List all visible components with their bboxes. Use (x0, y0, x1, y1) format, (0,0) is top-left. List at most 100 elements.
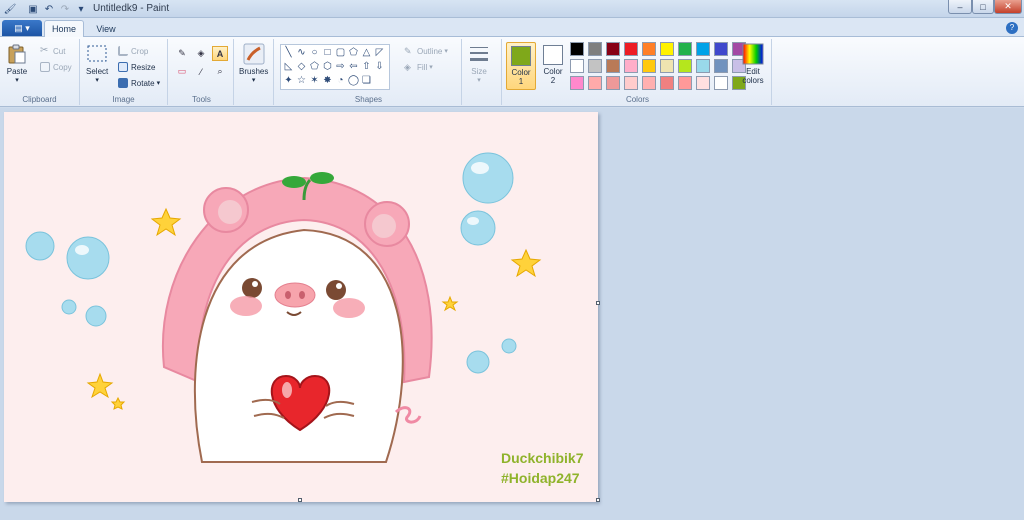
select-button[interactable]: Select ▾ (86, 43, 108, 84)
rounded-rectangle-shape[interactable]: ▢ (334, 46, 347, 60)
eraser-tool[interactable]: ▭ (174, 64, 190, 79)
drawing-canvas[interactable]: Duckchibik7 #Hoidap247 (4, 112, 598, 502)
palette-swatch[interactable] (606, 42, 620, 56)
shapes-more[interactable] (373, 74, 386, 88)
up-arrow-shape[interactable]: ⇧ (360, 60, 373, 74)
undo-icon[interactable]: ↶ (42, 2, 56, 16)
select-icon (87, 45, 107, 62)
palette-swatch[interactable] (570, 42, 584, 56)
customize-quick-access-icon[interactable]: ▾ (74, 2, 88, 16)
save-icon[interactable]: ▣ (26, 2, 40, 16)
brush-icon (243, 43, 265, 65)
palette-swatch[interactable] (642, 76, 656, 90)
help-icon[interactable]: ? (1006, 22, 1018, 34)
palette-swatch[interactable] (570, 76, 584, 90)
palette-swatch[interactable] (714, 59, 728, 73)
minimize-button[interactable]: – (948, 0, 972, 14)
oval-shape[interactable]: ○ (308, 46, 321, 60)
rotate-dropdown-icon[interactable]: ▾ (157, 79, 161, 87)
tab-view[interactable]: View (88, 20, 124, 37)
diamond-shape[interactable]: ◇ (295, 60, 308, 74)
canvas-resize-handle-right[interactable] (596, 301, 600, 305)
five-point-star-shape[interactable]: ☆ (295, 74, 308, 88)
hexagon-shape[interactable]: ⬡ (321, 60, 334, 74)
palette-swatch[interactable] (642, 42, 656, 56)
cut-button[interactable]: ✂ Cut (40, 45, 65, 57)
four-point-star-shape[interactable]: ✦ (282, 74, 295, 88)
palette-swatch[interactable] (696, 42, 710, 56)
resize-button[interactable]: Resize (118, 61, 155, 73)
color-picker-tool[interactable]: ⁄ (193, 64, 209, 79)
paste-dropdown-icon[interactable]: ▾ (15, 76, 19, 84)
size-button[interactable]: Size ▾ (468, 43, 490, 84)
palette-swatch[interactable] (714, 42, 728, 56)
callout-rect-shape[interactable]: ◔ (334, 74, 347, 88)
resize-label: Resize (131, 62, 156, 72)
close-button[interactable]: ✕ (994, 0, 1022, 14)
down-arrow-shape[interactable]: ⇩ (373, 60, 386, 74)
image-group-label: Image (112, 95, 135, 104)
brushes-group: Brushes ▾ (234, 39, 274, 105)
palette-swatch[interactable] (588, 59, 602, 73)
redo-icon[interactable]: ↷ (58, 2, 72, 16)
crop-button[interactable]: Crop (118, 45, 148, 57)
triangle-shape[interactable]: △ (360, 46, 373, 60)
paste-icon (8, 44, 26, 64)
copy-button[interactable]: Copy (40, 61, 72, 73)
eight-point-star-shape[interactable]: ✸ (321, 74, 334, 88)
tools-group-label: Tools (192, 95, 211, 104)
fill-tool[interactable]: ◈ (193, 46, 209, 61)
color1-button[interactable]: Color 1 (506, 42, 536, 90)
select-dropdown-icon[interactable]: ▾ (95, 76, 99, 84)
pencil-tool[interactable]: ✎ (174, 46, 190, 61)
callout-cloud-shape[interactable]: ❏ (360, 74, 373, 88)
brushes-button[interactable]: Brushes ▾ (239, 43, 268, 84)
tab-home[interactable]: Home (44, 20, 84, 37)
select-label: Select (86, 67, 109, 76)
palette-swatch[interactable] (678, 76, 692, 90)
palette-swatch[interactable] (660, 76, 674, 90)
palette-swatch[interactable] (660, 59, 674, 73)
palette-swatch[interactable] (696, 59, 710, 73)
curve-shape[interactable]: ∿ (295, 46, 308, 60)
edit-colors-button[interactable]: Edit colors (738, 43, 768, 85)
six-point-star-shape[interactable]: ✶ (308, 74, 321, 88)
rectangle-shape[interactable]: □ (321, 46, 334, 60)
palette-swatch[interactable] (678, 59, 692, 73)
rotate-button[interactable]: Rotate ▾ (118, 77, 160, 89)
brushes-dropdown-icon[interactable]: ▾ (252, 76, 256, 84)
right-arrow-shape[interactable]: ⇨ (334, 60, 347, 74)
palette-swatch[interactable] (660, 42, 674, 56)
maximize-button[interactable]: □ (972, 0, 994, 14)
left-arrow-shape[interactable]: ⇦ (347, 60, 360, 74)
palette-swatch[interactable] (606, 59, 620, 73)
right-triangle-shape[interactable]: ◸ (373, 46, 386, 60)
paste-button[interactable]: Paste ▾ (6, 43, 28, 84)
palette-swatch[interactable] (696, 76, 710, 90)
line-shape[interactable]: ╲ (282, 46, 295, 60)
canvas-resize-handle-bottom[interactable] (298, 498, 302, 502)
outline-button[interactable]: ✎ Outline ▾ (404, 45, 448, 57)
palette-swatch[interactable] (588, 76, 602, 90)
callout-oval-shape[interactable]: ◯ (347, 74, 360, 88)
palette-swatch[interactable] (624, 42, 638, 56)
palette-swatch[interactable] (642, 59, 656, 73)
canvas-resize-handle-corner[interactable] (596, 498, 600, 502)
palette-swatch[interactable] (570, 59, 584, 73)
text-tool[interactable]: A (212, 46, 228, 61)
polygon-shape[interactable]: ⬠ (347, 46, 360, 60)
right-triangle-shape-2[interactable]: ◺ (282, 60, 295, 74)
palette-swatch[interactable] (714, 76, 728, 90)
paint-menu-button[interactable]: ▤ ▾ (2, 20, 42, 36)
palette-swatch[interactable] (588, 42, 602, 56)
palette-swatch[interactable] (678, 42, 692, 56)
palette-swatch[interactable] (624, 76, 638, 90)
paint-app-icon[interactable]: 🖌 (3, 2, 17, 16)
pentagon-shape[interactable]: ⬠ (308, 60, 321, 74)
palette-swatch[interactable] (624, 59, 638, 73)
color1-swatch (511, 46, 531, 66)
fill-button[interactable]: ◈ Fill ▾ (404, 61, 433, 73)
color2-button[interactable]: Color 2 (538, 42, 568, 90)
magnifier-tool[interactable]: ⌕ (212, 64, 228, 79)
palette-swatch[interactable] (606, 76, 620, 90)
